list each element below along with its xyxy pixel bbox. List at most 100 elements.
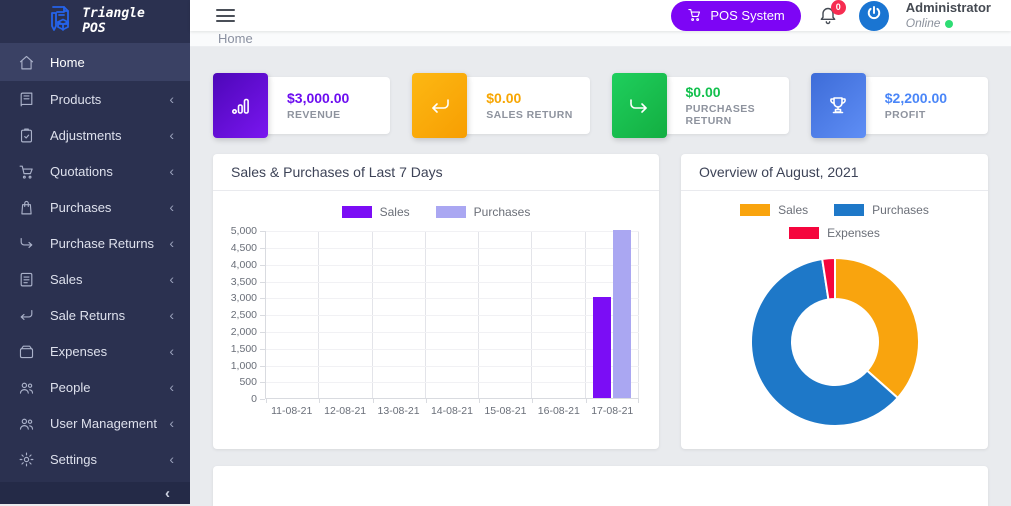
app-window: Triangle POS HomeProducts‹Adjustments‹Qu… [0,0,1011,504]
legend-item-purchases[interactable]: Purchases [834,203,929,217]
sidebar-item-sale-returns[interactable]: Sale Returns‹ [0,297,190,333]
adjustments-icon [18,127,35,144]
hamburger-menu-icon[interactable] [214,2,237,30]
return-arrow-icon [412,73,467,138]
pos-system-button[interactable]: POS System [671,1,800,31]
sidebar-item-people[interactable]: People‹ [0,369,190,405]
donut-chart-title: Overview of August, 2021 [681,154,988,191]
chevron-left-icon: ‹ [169,308,174,322]
next-section-card [213,466,988,506]
chevron-left-icon: ‹ [169,128,174,142]
sidebar-item-adjustments[interactable]: Adjustments‹ [0,117,190,153]
user-info[interactable]: Administrator Online [906,0,991,31]
sidebar-item-home[interactable]: Home [0,43,190,81]
overview-chart-card: Overview of August, 2021 Sales Purchases E… [681,154,988,449]
brand-name: Triangle POS [82,7,145,36]
chevron-left-icon: ‹ [169,236,174,250]
purchase-returns-icon [18,235,35,252]
bar-chart-x-axis: 11-08-2112-08-2113-08-2114-08-2115-08-21… [265,405,639,417]
settings-icon [18,451,35,468]
revenue-value: $3,000.00 [287,90,390,106]
sidebar-item-label: Quotations [50,164,169,179]
donut-chart: Sales Purchases Expenses [681,191,988,432]
legend-item-sales[interactable]: Sales [740,203,808,217]
purchases-return-label: PURCHASES RETURN [686,103,789,127]
sidebar-collapse-button[interactable]: ‹ [0,482,190,504]
purchases-return-value: $0.00 [686,84,789,100]
stat-card-profit: $2,200.00 PROFIT [811,73,988,138]
sidebar-item-settings[interactable]: Settings‹ [0,441,190,477]
sales-return-value: $0.00 [486,90,589,106]
revenue-label: REVENUE [287,109,390,121]
chevron-left-icon: ‹ [169,452,174,466]
cart-icon [687,7,702,25]
bar-chart-legend: Sales Purchases [225,205,647,219]
topbar: POS System 0 Administrator Online [190,0,1011,31]
main-area: POS System 0 Administrator Online [190,0,1011,504]
sidebar-item-label: Sale Returns [50,308,169,323]
chevron-left-icon: ‹ [169,380,174,394]
donut-segment-sales [835,258,919,398]
sidebar-item-quotations[interactable]: Quotations‹ [0,153,190,189]
bar-sales-17-08-21 [593,297,611,398]
dashboard-content: $3,000.00 REVENUE $0.00 SALES RETURN [190,47,1011,506]
donut-chart-legend: Sales Purchases Expenses [681,203,988,244]
chevron-left-icon: ‹ [169,164,174,178]
online-status-dot [945,20,953,28]
notifications-button[interactable]: 0 [818,6,838,26]
sidebar-item-purchases[interactable]: Purchases‹ [0,189,190,225]
triangle-pos-logo-icon [45,4,75,39]
bar-chart-y-axis: 5,0004,5004,0003,5003,0002,5002,0001,500… [225,231,265,399]
sidebar-item-label: Purchase Returns [50,236,169,251]
bar-chart-plot-area [265,231,639,399]
sales-icon [18,271,35,288]
sidebar-item-products[interactable]: Products‹ [0,81,190,117]
bar-chart-title: Sales & Purchases of Last 7 Days [213,154,659,191]
sale-returns-icon [18,307,35,324]
trophy-icon [811,73,866,138]
sidebar-item-label: Sales [50,272,169,287]
products-icon [18,91,35,108]
quotations-icon [18,163,35,180]
sales-purchases-chart-card: Sales & Purchases of Last 7 Days Sales Pu… [213,154,659,449]
forward-arrow-icon [612,73,667,138]
charts-row: Sales & Purchases of Last 7 Days Sales Pu… [213,154,988,449]
legend-item-purchases[interactable]: Purchases [436,205,531,219]
sidebar-menu: HomeProducts‹Adjustments‹Quotations‹Purc… [0,43,190,482]
chevron-left-icon: ‹ [169,272,174,286]
bar-purchases-17-08-21 [613,230,631,398]
sidebar-item-label: Expenses [50,344,169,359]
chevron-left-icon: ‹ [165,485,170,502]
sidebar-item-label: User Management [50,416,169,431]
profit-label: PROFIT [885,109,988,121]
user-status: Online [906,16,941,31]
sidebar-item-label: Settings [50,452,169,467]
sidebar-item-label: Home [50,55,174,70]
sidebar-item-label: People [50,380,169,395]
stat-card-sales-return: $0.00 SALES RETURN [412,73,589,138]
user-name: Administrator [906,0,991,16]
bar-chart: Sales Purchases 5,0004,5004,0003,5003,0002… [213,191,659,417]
user-management-icon [18,415,35,432]
profit-value: $2,200.00 [885,90,988,106]
power-icon [865,4,883,27]
notification-badge: 0 [831,0,846,15]
sidebar: Triangle POS HomeProducts‹Adjustments‹Qu… [0,0,190,504]
sidebar-item-label: Adjustments [50,128,169,143]
breadcrumb: Home [190,31,1011,47]
sidebar-item-purchase-returns[interactable]: Purchase Returns‹ [0,225,190,261]
legend-item-expenses[interactable]: Expenses [789,226,880,240]
legend-item-sales[interactable]: Sales [342,205,410,219]
sidebar-item-expenses[interactable]: Expenses‹ [0,333,190,369]
user-avatar[interactable] [859,1,889,31]
sidebar-item-sales[interactable]: Sales‹ [0,261,190,297]
sidebar-item-label: Products [50,92,169,107]
bar-chart-icon [213,73,268,138]
people-icon [18,379,35,396]
home-icon [18,54,35,71]
sidebar-item-user-management[interactable]: User Management‹ [0,405,190,441]
chevron-left-icon: ‹ [169,92,174,106]
stat-card-revenue: $3,000.00 REVENUE [213,73,390,138]
breadcrumb-home: Home [218,31,253,46]
brand-logo[interactable]: Triangle POS [0,0,190,43]
